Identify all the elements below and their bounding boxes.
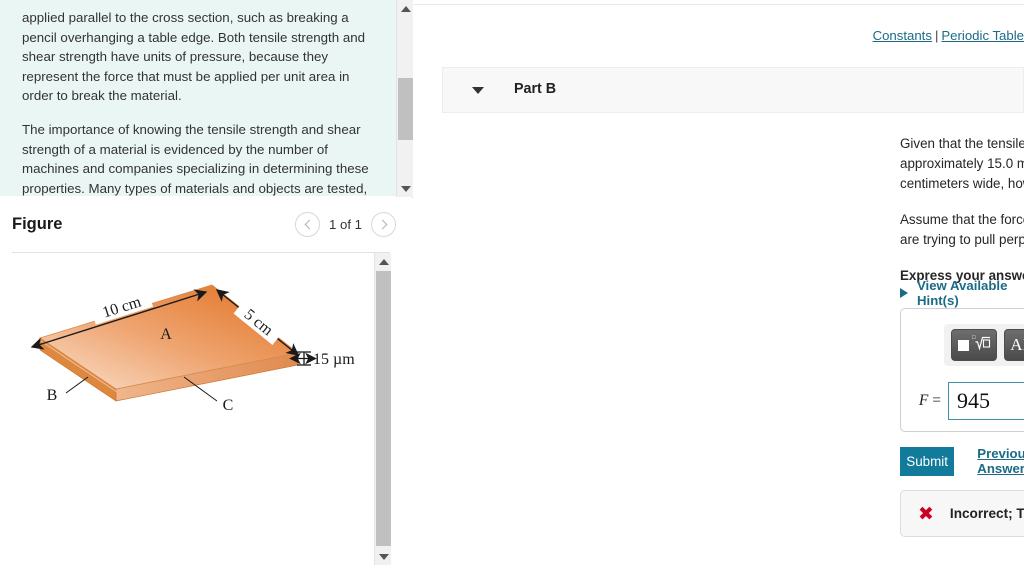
periodic-table-link[interactable]: Periodic Table [941, 28, 1024, 43]
figure-panel: Figure 1 of 1 10 cm 5 cm 15 µm A B C [0, 198, 413, 565]
intro-paragraph-2: The importance of knowing the tensile st… [22, 121, 369, 196]
answer-variable: F [918, 392, 929, 409]
submit-button[interactable]: Submit [900, 446, 955, 476]
question-body: Given that the tensile strength of alumi… [900, 134, 1024, 286]
intro-scrollbar[interactable] [396, 0, 413, 197]
answer-row: F = N [901, 381, 1024, 421]
reference-links: Constants | Periodic Table [873, 28, 1024, 43]
figure-thickness-label: 15 µm [313, 351, 355, 368]
top-divider [414, 4, 1024, 5]
caret-down-icon[interactable] [472, 87, 484, 94]
figure-scroll-thumb[interactable] [376, 271, 391, 546]
figure-scrollbar[interactable] [374, 253, 391, 565]
feedback-message: Incorrect; Try Again; 5 attempts remaini… [949, 506, 1024, 521]
chevron-left-icon [304, 219, 314, 230]
intro-paragraph-1: applied parallel to the cross section, s… [22, 10, 366, 104]
intro-scroll-thumb[interactable] [398, 78, 413, 140]
question-text-before-var: Given that the tensile strength of alumi… [900, 136, 1024, 191]
question-paragraph-2: Assume that the force is applied equally… [900, 212, 1024, 247]
figure-face-b-label: B [47, 387, 58, 404]
constants-link[interactable]: Constants [873, 28, 932, 43]
right-column: Constants | Periodic Table Part B Given th… [414, 0, 1024, 565]
part-b-header[interactable]: Part B [442, 67, 1024, 113]
svg-text:□: □ [972, 335, 976, 341]
triangle-up-icon [400, 5, 411, 12]
previous-answers-link[interactable]: Previous Answers [977, 446, 1024, 476]
chevron-right-icon [377, 219, 387, 230]
view-hints-toggle[interactable]: View Available Hint(s) [900, 278, 1024, 308]
links-separator: | [934, 28, 939, 43]
figure-prev-button[interactable] [295, 212, 320, 237]
figure-face-c-label: C [223, 397, 234, 414]
nth-root-icon: □ [972, 333, 991, 355]
figure-face-a-label: A [160, 326, 172, 343]
intro-scroll-viewport: applied parallel to the cross section, s… [0, 0, 390, 197]
view-hints-label: View Available Hint(s) [917, 278, 1008, 308]
figure-scroll-down-button[interactable] [375, 548, 392, 565]
filled-square-icon [957, 339, 969, 351]
answer-input[interactable] [948, 382, 1024, 420]
triangle-down-icon [400, 185, 411, 192]
figure-counter: 1 of 1 [329, 217, 362, 232]
greek-symbols-button[interactable]: ΑΣφ [1004, 329, 1024, 361]
left-column: applied parallel to the cross section, s… [0, 0, 413, 565]
triangle-right-icon [900, 288, 908, 298]
feedback-banner: ✖ Incorrect; Try Again; 5 attempts remai… [900, 490, 1024, 537]
intro-scroll-down-button[interactable] [397, 180, 414, 197]
triangle-up-icon [378, 258, 389, 265]
template-button[interactable]: □ [951, 329, 997, 361]
math-toolbar: □ ΑΣφ [944, 324, 1024, 366]
triangle-down-icon [378, 553, 389, 560]
x-mark-icon: ✖ [918, 502, 934, 525]
figure-title: Figure [12, 215, 63, 233]
question-paragraph-1: Given that the tensile strength of alumi… [900, 134, 1024, 194]
part-b-title: Part B [514, 81, 557, 97]
figure-navigation: 1 of 1 [295, 212, 396, 237]
submit-row: Submit Previous Answers [900, 446, 1024, 476]
foil-sheet-diagram: 10 cm 5 cm 15 µm A B C [30, 284, 355, 414]
figure-header: Figure 1 of 1 [0, 198, 413, 252]
figure-canvas: 10 cm 5 cm 15 µm A B C [0, 253, 383, 565]
answer-equals: = [932, 392, 941, 409]
intro-text-panel: applied parallel to the cross section, s… [0, 0, 413, 197]
intro-scroll-up-button[interactable] [397, 0, 414, 17]
figure-scroll-up-button[interactable] [375, 253, 392, 270]
figure-next-button[interactable] [371, 212, 396, 237]
answer-entry-box: □ ΑΣφ [900, 308, 1024, 432]
answer-variable-label: F = [901, 392, 948, 410]
problem-page: applied parallel to the cross section, s… [0, 0, 1024, 565]
